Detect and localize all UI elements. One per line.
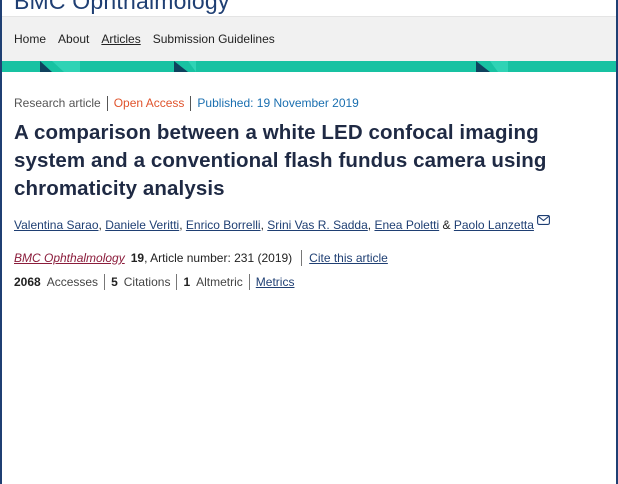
meta-divider: [106, 95, 108, 111]
author-link[interactable]: Enrico Borrelli: [186, 218, 261, 232]
author-link[interactable]: Valentina Sarao: [14, 218, 99, 232]
altmetric-count: 1: [183, 275, 191, 289]
meta-divider: [190, 95, 192, 111]
metrics-divider: [176, 274, 178, 290]
decorative-accent-band: [2, 61, 616, 72]
citation-line: BMC Ophthalmology 19 , Article number: 2…: [14, 250, 604, 266]
altmetric-label: Altmetric: [196, 275, 243, 289]
nav-articles[interactable]: Articles: [101, 32, 140, 46]
article-number: , Article number: 231 (2019): [144, 251, 293, 265]
authors-and: &: [442, 218, 451, 232]
published-date: Published: 19 November 2019: [197, 96, 359, 110]
journal-nav: Home About Articles Submission Guideline…: [2, 17, 616, 61]
metrics-divider: [248, 274, 250, 290]
article-meta: Research article Open Access Published: …: [14, 95, 604, 111]
metrics-divider: [104, 274, 106, 290]
author-list: Valentina Sarao, Daniele Veritti, Enrico…: [14, 215, 604, 232]
author-link[interactable]: Enea Poletti: [374, 218, 439, 232]
citations-label: Citations: [123, 275, 171, 289]
corresponding-author-link[interactable]: Paolo Lanzetta: [454, 218, 534, 232]
author-link[interactable]: Daniele Veritti: [105, 218, 179, 232]
nav-home[interactable]: Home: [14, 32, 46, 46]
journal-logo-text[interactable]: BMC Ophthalmology: [14, 0, 230, 15]
open-access-badge: Open Access: [113, 96, 185, 110]
article-header: Research article Open Access Published: …: [2, 72, 616, 290]
citation-divider: [301, 250, 303, 266]
nav-about[interactable]: About: [58, 32, 89, 46]
citations-count: 5: [111, 275, 118, 289]
cite-this-article-link[interactable]: Cite this article: [309, 251, 388, 265]
author-link[interactable]: Srini Vas R. Sadda: [267, 218, 368, 232]
article-type: Research article: [14, 96, 101, 110]
mail-icon[interactable]: [536, 214, 550, 228]
article-metrics: 2068 Accesses 5 Citations 1 Altmetric Me…: [14, 274, 604, 290]
journal-header: BMC Ophthalmology: [2, 0, 616, 17]
page-frame: BMC Ophthalmology Home About Articles Su…: [0, 0, 618, 484]
article-title: A comparison between a white LED confoca…: [14, 121, 547, 200]
nav-submission-guidelines[interactable]: Submission Guidelines: [153, 32, 275, 46]
accesses-label: Accesses: [46, 275, 99, 289]
accesses-count: 2068: [14, 275, 41, 289]
journal-link[interactable]: BMC Ophthalmology: [14, 251, 125, 265]
band-pattern: [40, 61, 508, 72]
metrics-link[interactable]: Metrics: [256, 275, 295, 289]
volume-number: 19: [130, 251, 145, 265]
